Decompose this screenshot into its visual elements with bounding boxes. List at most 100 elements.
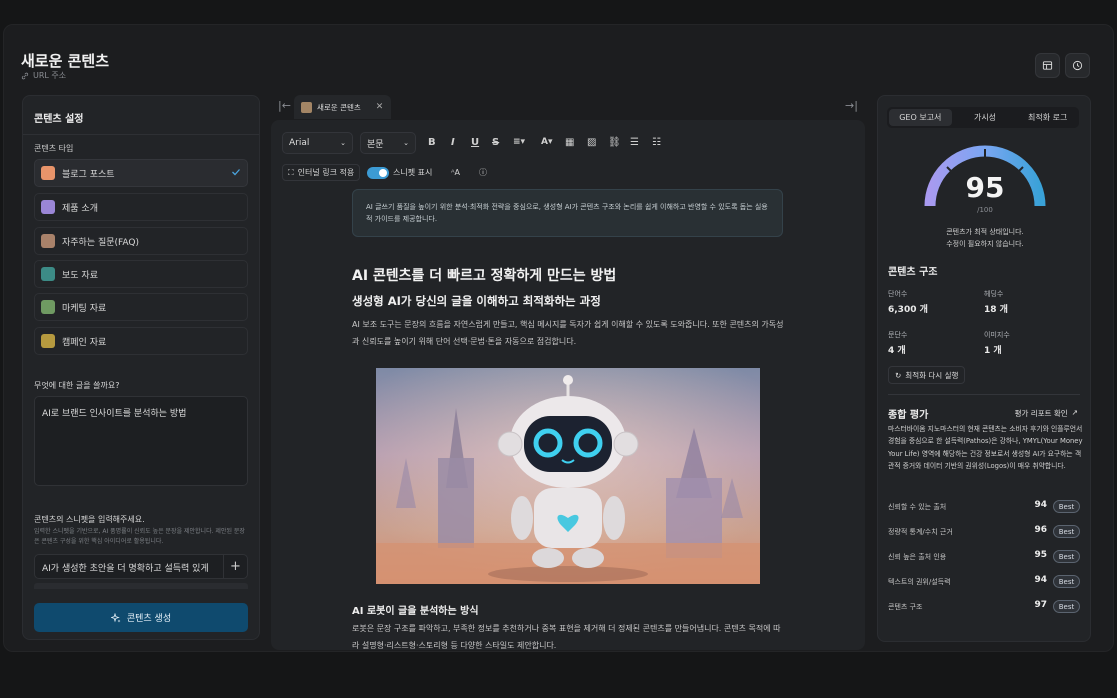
paragraph-1[interactable]: AI 보조 도구는 문장의 흐름을 자연스럽게 만들고, 핵심 메시지를 독자가… (352, 316, 784, 350)
content-type-marketing[interactable]: 마케팅 자료 (34, 293, 248, 321)
tab-visibility[interactable]: 가시성 (954, 107, 1017, 128)
metric-row: 신뢰 높은 출처 인용 95 Best (888, 550, 1080, 564)
tab-geo-report[interactable]: GEO 보고서 (889, 109, 952, 126)
content-type-label: 마케팅 자료 (62, 303, 107, 314)
faq-icon (41, 234, 55, 248)
align-icon[interactable]: ≡▾ (513, 137, 525, 147)
snippet-input[interactable]: AI가 생성한 초안을 더 명확하고 설득력 있게 + (34, 554, 248, 579)
image-icon[interactable]: ▨ (587, 137, 596, 148)
metric-label: 신뢰할 수 있는 출처 (888, 503, 947, 511)
style-select[interactable]: 본문 ⌄ (360, 132, 416, 154)
link-icon[interactable]: ⛓ (608, 137, 621, 148)
metric-label: 텍스트의 권위/설득력 (888, 578, 951, 586)
content-type-faq[interactable]: 자주하는 질문(FAQ) (34, 227, 248, 255)
generate-content-button[interactable]: 콘텐츠 생성 (34, 603, 248, 632)
chevron-down-icon: ⌄ (403, 139, 409, 147)
numbered-list-icon[interactable]: ☷ (652, 137, 661, 148)
generate-label: 콘텐츠 생성 (126, 614, 172, 624)
snippet-toggle[interactable]: 스니펫 표시 (367, 164, 432, 181)
structure-title: 콘텐츠 구조 (888, 267, 938, 278)
url-label: URL 주소 (33, 71, 67, 80)
arrow-up-right-icon: ↗ (1071, 408, 1078, 417)
layout-button[interactable] (1035, 53, 1060, 78)
divider (23, 134, 259, 135)
campaign-icon (41, 334, 55, 348)
content-settings-panel: 콘텐츠 설정 콘텐츠 타입 블로그 포스트 제품 소개 자주하는 질문(FAQ)… (22, 95, 260, 640)
content-type-label: 캠페인 자료 (62, 337, 107, 348)
report-link-label: 평가 리포트 확인 (1014, 409, 1068, 418)
geo-report-panel: GEO 보고서 가시성 최적화 로그 95 /100 콘텐츠가 최적 상태입니다… (877, 95, 1091, 642)
bullet-list-icon[interactable]: ☰ (630, 137, 639, 148)
toggle-switch[interactable] (367, 166, 389, 179)
topic-label: 무엇에 대한 글을 쓸까요? (34, 381, 120, 390)
history-button[interactable] (1065, 53, 1090, 78)
marketing-icon (41, 300, 55, 314)
translate-icon[interactable]: ᴬA (451, 164, 460, 181)
report-tabs: GEO 보고서 가시성 최적화 로그 (887, 107, 1079, 128)
tab-new-content[interactable]: 새로운 콘텐츠 ✕ (294, 95, 391, 119)
metric-label: 정량적 통계/수치 근거 (888, 528, 953, 536)
stat-words-value: 6,300 개 (888, 305, 928, 315)
content-type-press[interactable]: 보도 자료 (34, 260, 248, 288)
paragraph-2[interactable]: 로봇은 문장 구조를 파악하고, 부족한 정보를 추천하거나 중복 표현을 제거… (352, 620, 784, 650)
italic-icon[interactable]: I (451, 137, 455, 148)
underline-icon[interactable]: U (471, 137, 479, 148)
metric-label: 신뢰 높은 출처 인용 (888, 553, 947, 561)
metric-row: 텍스트의 권위/설득력 94 Best (888, 575, 1080, 589)
text-color-icon[interactable]: A▾ (541, 137, 552, 147)
content-type-product[interactable]: 제품 소개 (34, 193, 248, 221)
product-icon (41, 200, 55, 214)
font-value: Arial (289, 138, 310, 148)
heading-1[interactable]: AI 콘텐츠를 더 빠르고 정확하게 만드는 방법 (352, 265, 616, 285)
metric-value: 94 (1034, 575, 1047, 585)
status-badge: Best (1053, 500, 1080, 513)
layout-icon (1042, 61, 1053, 70)
snippet-value: AI가 생성한 초안을 더 명확하고 설득력 있게 (42, 564, 209, 574)
heading-3[interactable]: AI 로봇이 글을 분석하는 방식 (352, 602, 479, 617)
editor-panel: Arial ⌄ 본문 ⌄ B I U S ≡▾ A▾ ▦ ▨ ⛓ ☰ ☷ ⛶ 인… (271, 120, 865, 650)
font-select[interactable]: Arial ⌄ (282, 132, 353, 154)
content-type-label: 콘텐츠 타입 (34, 144, 74, 153)
tab-label: 새로운 콘텐츠 (317, 102, 361, 112)
robot-image (376, 368, 760, 584)
refresh-icon: ↻ (895, 370, 902, 380)
view-report-link[interactable]: 평가 리포트 확인 ↗ (1015, 408, 1078, 419)
strikethrough-icon[interactable]: S (492, 137, 499, 148)
collapse-right-icon[interactable]: →| (845, 99, 858, 112)
style-value: 본문 (367, 139, 384, 150)
collapse-left-icon[interactable]: |← (278, 99, 291, 112)
content-type-label: 제품 소개 (62, 203, 98, 214)
score-max: /100 (977, 206, 993, 214)
topic-textarea[interactable]: AI로 브랜드 인사이트를 분석하는 방법 (34, 396, 248, 486)
blog-icon (41, 166, 55, 180)
content-type-label: 자주하는 질문(FAQ) (62, 237, 139, 248)
robot-illustration[interactable] (376, 368, 760, 584)
internal-link-button[interactable]: ⛶ 인터널 링크 적용 (282, 164, 361, 181)
heading-2[interactable]: 생성형 AI가 당신의 글을 이해하고 최적화하는 과정 (352, 293, 601, 309)
add-snippet-button[interactable]: + (223, 555, 247, 578)
content-type-blog[interactable]: 블로그 포스트 (34, 159, 248, 187)
table-icon[interactable]: ▦ (565, 137, 574, 148)
stat-paragraphs-label: 문단수 (888, 331, 908, 339)
check-icon (232, 169, 240, 176)
metric-label: 콘텐츠 구조 (888, 603, 923, 611)
stat-images-value: 1 개 (984, 346, 1002, 356)
stat-words-label: 단어수 (888, 290, 908, 298)
help-icon[interactable]: ⓘ (479, 164, 487, 181)
divider (888, 394, 1080, 395)
snippet-toggle-label: 스니펫 표시 (393, 168, 433, 177)
link-apply-icon: ⛶ (288, 167, 294, 177)
score-value: 95 (965, 171, 1005, 204)
stat-images-label: 이미지수 (984, 331, 1010, 339)
bold-icon[interactable]: B (428, 137, 436, 148)
settings-title: 콘텐츠 설정 (34, 114, 84, 125)
snippet-label: 콘텐츠의 스니펫을 입력해주세요. (34, 515, 145, 524)
content-type-label: 보도 자료 (62, 270, 98, 281)
rerun-optimization-button[interactable]: ↻ 최적화 다시 실행 (888, 366, 966, 384)
content-type-campaign[interactable]: 캠페인 자료 (34, 327, 248, 355)
tab-optimization-log[interactable]: 최적화 로그 (1016, 107, 1079, 128)
url-link[interactable]: URL 주소 (21, 70, 66, 81)
stat-headings-label: 헤딩수 (984, 290, 1004, 298)
close-icon[interactable]: ✕ (376, 102, 384, 112)
status-badge: Best (1053, 600, 1080, 613)
